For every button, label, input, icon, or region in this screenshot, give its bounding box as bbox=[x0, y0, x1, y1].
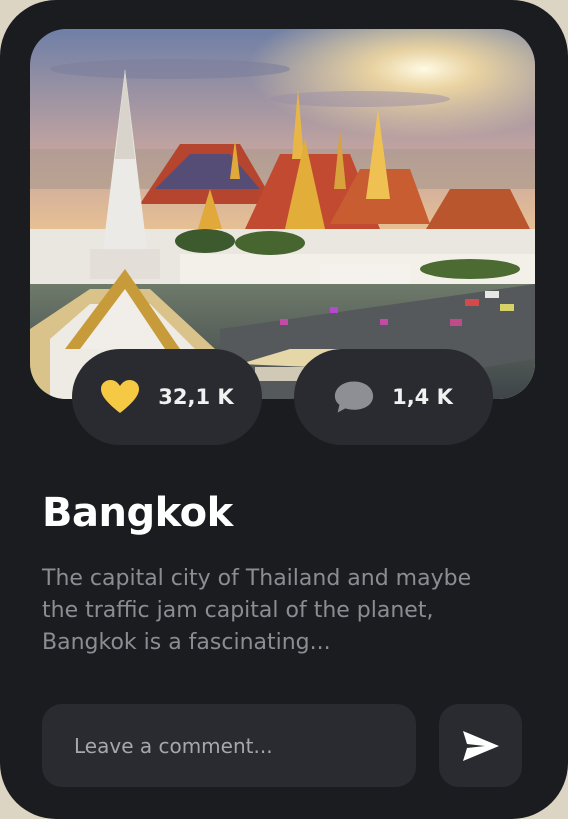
comments-count: 1,4 K bbox=[392, 385, 453, 409]
post-title: Bangkok bbox=[42, 490, 233, 536]
temple-illustration bbox=[30, 29, 535, 399]
bangkok-photo[interactable] bbox=[30, 29, 535, 399]
likes-button[interactable]: 32,1 K bbox=[72, 349, 262, 445]
send-button[interactable] bbox=[439, 704, 522, 787]
speech-bubble-icon bbox=[334, 378, 374, 416]
post-description: The capital city of Thailand and maybe t… bbox=[42, 566, 472, 655]
likes-count: 32,1 K bbox=[158, 385, 234, 409]
post-card: 32,1 K 1,4 K Bangkok The capital city of… bbox=[0, 0, 568, 819]
paper-plane-icon bbox=[462, 730, 499, 761]
heart-icon bbox=[100, 378, 140, 416]
comments-button[interactable]: 1,4 K bbox=[294, 349, 493, 445]
comment-input[interactable] bbox=[42, 704, 416, 787]
